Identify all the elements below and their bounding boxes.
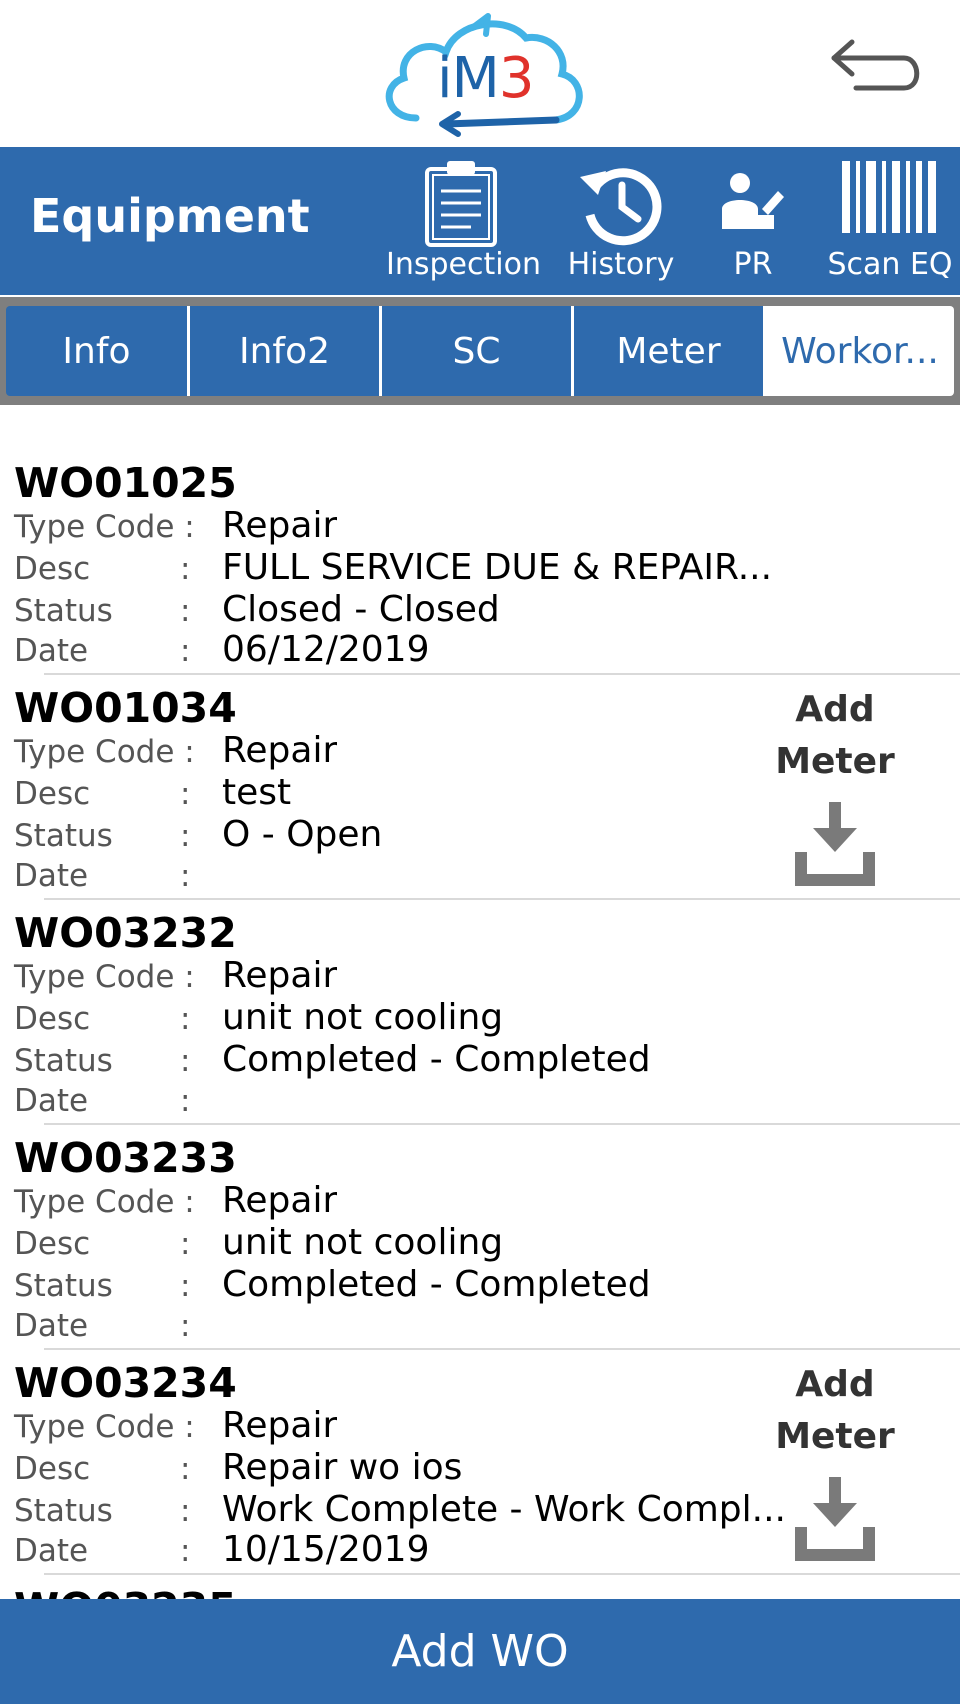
back-arrow-icon [831,39,920,91]
barcode-icon [842,161,936,233]
type-code-label: Type Code : [14,1409,195,1445]
clipboard-icon [425,161,497,247]
type-code-label: Type Code : [14,509,195,545]
logo-text: iM3 [437,46,535,111]
type-code-label: Type Code : [14,1184,195,1220]
work-order-id: WO03235 [14,1584,237,1599]
inspection-label: Inspection [386,247,541,282]
status-label: Status [14,818,113,854]
scan-eq-label: Scan EQ [827,247,953,282]
type-code-label: Type Code : [14,734,195,770]
desc-value: Repair wo ios [222,1447,463,1488]
work-order-id: WO03233 [14,1134,237,1182]
work-order-list: WO01025 Type Code : Repair Desc: FULL SERV… [0,405,960,1599]
work-order-id: WO01034 [14,684,237,732]
status-value: Closed - Closed [222,589,500,630]
work-order-item[interactable]: WO01034 Type Code : Repair Desc: test Stat… [0,630,960,900]
add-wo-button[interactable]: Add WO [0,1599,960,1704]
desc-label: Desc [14,1001,91,1037]
history-icon [580,168,662,246]
page-title: Equipment [30,189,310,243]
desc-label: Desc [14,551,91,587]
status-label: Status [14,1043,113,1079]
status-value: Completed - Completed [222,1264,651,1305]
desc-value: unit not cooling [222,1222,504,1263]
tab-meter[interactable]: Meter [574,306,766,396]
type-code-value: Repair [222,730,338,771]
desc-label: Desc [14,776,91,812]
tab-info2[interactable]: Info2 [190,306,382,396]
tab-bar: Info Info2 SC Meter Workor... [0,297,960,405]
work-order-item[interactable]: WO03232 Type Code : Repair Desc: unit not … [0,855,960,1125]
work-order-id: WO03234 [14,1359,237,1407]
tab-sc[interactable]: SC [382,306,574,396]
type-code-value: Repair [222,955,338,996]
status-value: Completed - Completed [222,1039,651,1080]
desc-label: Desc [14,1226,91,1262]
top-bar: iM3 [0,0,960,147]
history-label: History [567,247,675,282]
type-code-value: Repair [222,1180,338,1221]
desc-label: Desc [14,1451,91,1487]
work-order-item[interactable]: WO03235 [0,1530,960,1599]
tab-workorders[interactable]: Workor... [766,306,954,396]
scan-eq-button[interactable]: Scan EQ [820,147,960,295]
status-value: O - Open [222,814,383,855]
work-order-id: WO03232 [14,909,237,957]
desc-value: unit not cooling [222,997,504,1038]
desc-value: test [222,772,292,813]
back-button[interactable] [826,36,926,106]
status-label: Status [14,1268,113,1304]
status-label: Status [14,593,113,629]
work-order-item[interactable]: WO03234 Type Code : Repair Desc: Repair wo… [0,1305,960,1575]
equipment-header: Equipment Inspection History PR Scan EQ [0,147,960,295]
work-order-item[interactable]: WO03233 Type Code : Repair Desc: unit not … [0,1080,960,1350]
status-label: Status [14,1493,113,1529]
work-order-id: WO01025 [14,459,237,507]
desc-value: FULL SERVICE DUE & REPAIR... [222,547,773,588]
status-value: Work Complete - Work Compl... [222,1489,786,1530]
type-code-value: Repair [222,1405,338,1446]
inspection-button[interactable]: Inspection [386,147,541,295]
pr-label: PR [733,247,773,282]
tab-info[interactable]: Info [6,306,190,396]
pr-button[interactable]: PR [712,147,794,295]
person-edit-icon [722,173,784,229]
work-order-item[interactable]: WO01025 Type Code : Repair Desc: FULL SERV… [0,405,960,675]
history-button[interactable]: History [560,147,682,295]
im3-logo: iM3 [376,8,592,140]
type-code-label: Type Code : [14,959,195,995]
type-code-value: Repair [222,505,338,546]
